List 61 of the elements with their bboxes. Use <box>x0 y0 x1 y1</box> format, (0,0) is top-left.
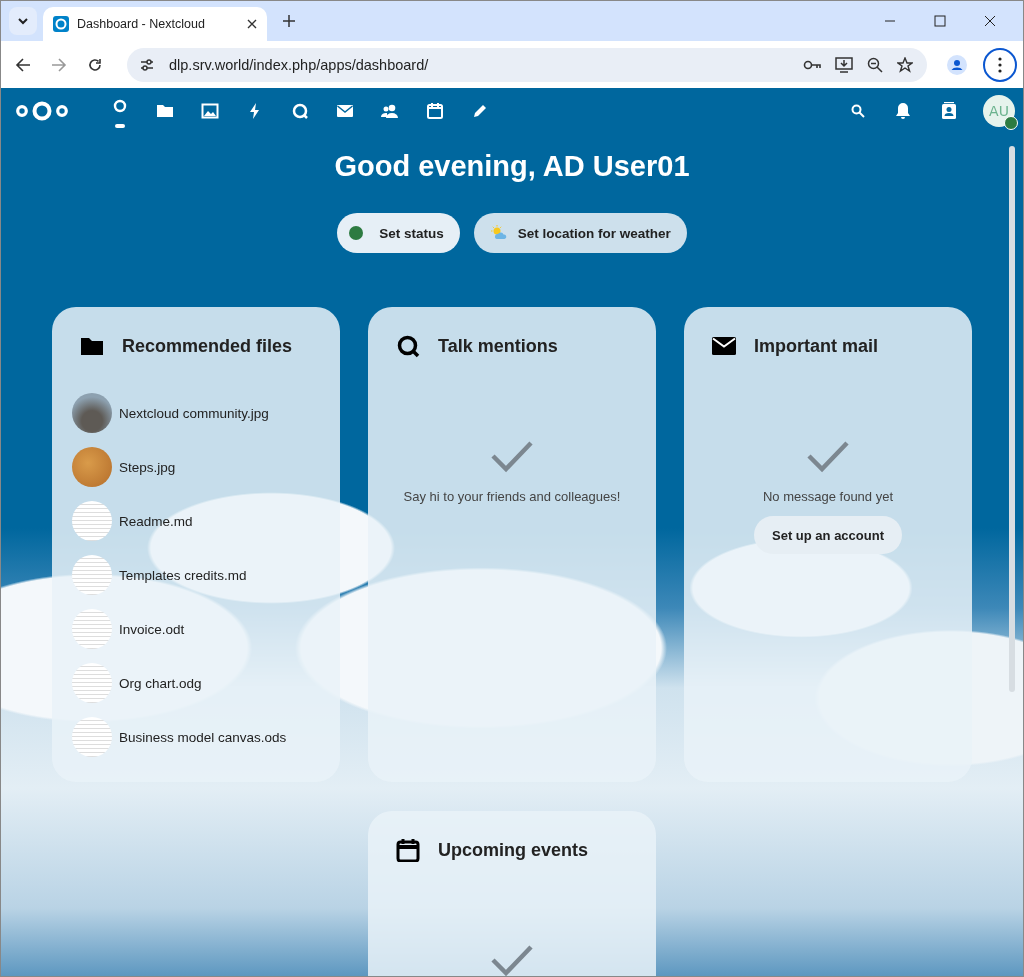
checkmark-icon <box>806 439 850 473</box>
sun-cloud-icon <box>489 225 508 241</box>
calendar-icon <box>396 838 420 862</box>
photo-placeholder <box>72 447 112 487</box>
address-bar[interactable]: dlp.srv.world/index.php/apps/dashboard/ <box>127 47 927 82</box>
weather-button[interactable]: Set location for weather <box>473 213 687 253</box>
file-item[interactable]: Invoice.odt <box>72 609 312 649</box>
widget-title: Talk mentions <box>438 335 558 357</box>
zoom-out-icon[interactable] <box>867 56 883 73</box>
menu-button[interactable] <box>983 47 1017 82</box>
widget-title: Upcoming events <box>438 839 589 861</box>
profile-icon[interactable] <box>947 54 967 75</box>
photo-placeholder <box>72 393 112 433</box>
forward-icon[interactable] <box>51 56 67 73</box>
set-status-button[interactable]: Set status <box>337 213 460 253</box>
file-item[interactable]: Steps.jpg <box>72 447 312 487</box>
file-item[interactable]: Org chart.odg <box>72 663 312 703</box>
tab-title: Dashboard - Nextcloud <box>77 17 206 31</box>
empty-message: No message found yet <box>762 489 894 504</box>
back-icon[interactable] <box>15 56 31 73</box>
install-icon[interactable] <box>835 56 853 73</box>
url-text: dlp.srv.world/index.php/apps/dashboard/ <box>169 56 429 73</box>
checkmark-icon <box>490 439 534 473</box>
reload-icon[interactable] <box>87 56 103 73</box>
document-thumbnail <box>72 717 112 757</box>
folder-icon <box>155 102 174 120</box>
document-thumbnail <box>72 609 112 649</box>
close-icon[interactable] <box>984 15 996 27</box>
search-icon[interactable] <box>851 104 865 118</box>
contact-card-icon[interactable] <box>941 102 957 120</box>
chevron-down-icon <box>17 15 29 27</box>
image-icon <box>200 102 219 120</box>
logo-icon[interactable] <box>15 99 69 123</box>
scrollbar-thumb[interactable] <box>1009 146 1015 692</box>
envelope-icon <box>712 334 736 358</box>
file-item[interactable]: Templates credits.md <box>72 555 312 595</box>
document-thumbnail <box>72 501 112 541</box>
document-thumbnail <box>72 663 112 703</box>
close-icon[interactable] <box>247 19 257 29</box>
bell-icon[interactable] <box>895 102 911 120</box>
new-tab-icon[interactable] <box>283 15 295 27</box>
people-icon <box>380 102 399 120</box>
file-item[interactable]: Business model canvas.ods <box>72 717 312 757</box>
file-item[interactable]: Nextcloud community.jpg <box>72 393 312 433</box>
document-thumbnail <box>72 555 112 595</box>
favicon-icon <box>53 16 69 32</box>
maximize-icon[interactable] <box>934 15 946 27</box>
empty-message: Say hi to your friends and colleagues! <box>403 489 621 504</box>
avatar-initials: AU <box>989 103 1009 119</box>
calendar-icon <box>425 102 444 120</box>
browser-tab[interactable]: Dashboard - Nextcloud <box>43 7 267 41</box>
file-item[interactable]: Readme.md <box>72 501 312 541</box>
widget-title: Important mail <box>754 335 878 357</box>
more-vertical-icon <box>998 56 1002 73</box>
bookmark-star-icon[interactable] <box>897 56 913 73</box>
site-settings-icon[interactable] <box>139 56 155 73</box>
envelope-icon <box>335 102 354 120</box>
widget-title: Recommended files <box>122 335 293 357</box>
tab-list-button[interactable] <box>9 7 37 35</box>
setup-account-button[interactable]: Set up an account <box>754 516 902 554</box>
greeting-heading: Good evening, AD User01 <box>334 150 690 183</box>
